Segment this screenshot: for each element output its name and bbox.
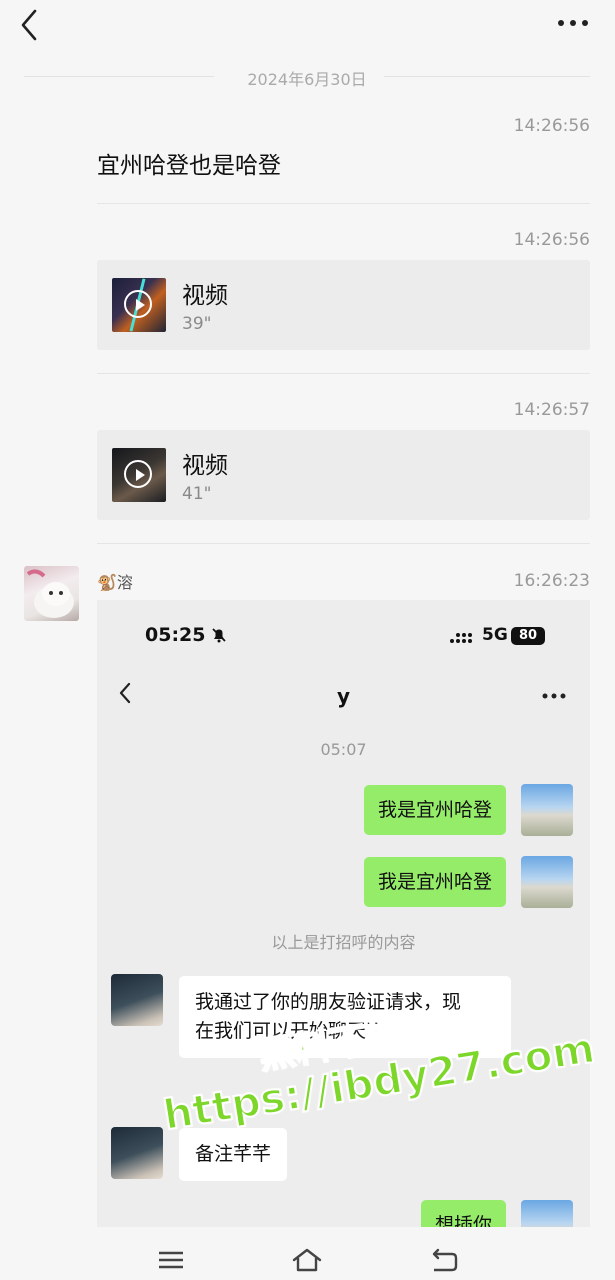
outgoing-bubble: 想插你 bbox=[420, 1200, 506, 1227]
bell-muted-icon bbox=[212, 628, 226, 643]
message-time: 16:26:23 bbox=[513, 571, 590, 591]
play-icon bbox=[124, 460, 152, 488]
menu-icon[interactable] bbox=[158, 1251, 184, 1269]
date-label: 2024年6月30日 bbox=[247, 70, 367, 89]
chevron-left-icon[interactable] bbox=[16, 8, 44, 42]
divider bbox=[97, 543, 590, 544]
outgoing-bubble: 我是宜州哈登 bbox=[363, 785, 506, 835]
incoming-bubble: 备注芊芊 bbox=[179, 1128, 288, 1181]
avatar bbox=[111, 974, 163, 1026]
video-duration: 41" bbox=[182, 484, 212, 504]
video-card[interactable]: 视频 39" bbox=[97, 260, 590, 350]
date-separator: 2024年6月30日 bbox=[24, 62, 590, 92]
message-time: 14:26:56 bbox=[513, 230, 590, 250]
avatar bbox=[521, 1200, 573, 1227]
home-icon[interactable] bbox=[291, 1247, 323, 1273]
message-time: 14:26:56 bbox=[513, 116, 590, 136]
more-dots-icon bbox=[542, 693, 566, 699]
avatar bbox=[521, 784, 573, 836]
message-text[interactable]: 宜州哈登也是哈登 bbox=[97, 146, 281, 180]
avatar bbox=[111, 1127, 163, 1179]
avatar bbox=[521, 856, 573, 908]
video-thumbnail bbox=[112, 278, 166, 332]
chat-time: 05:07 bbox=[320, 740, 367, 759]
video-duration: 39" bbox=[182, 314, 212, 334]
divider bbox=[97, 203, 590, 204]
avatar[interactable] bbox=[24, 566, 79, 621]
play-icon bbox=[124, 290, 152, 318]
back-icon[interactable] bbox=[430, 1248, 458, 1272]
top-bar bbox=[0, 0, 615, 50]
video-title: 视频 bbox=[182, 283, 228, 309]
message-time: 14:26:57 bbox=[513, 400, 590, 420]
outgoing-bubble: 我是宜州哈登 bbox=[363, 857, 506, 907]
signal-icon bbox=[450, 633, 472, 643]
video-title: 视频 bbox=[182, 453, 228, 479]
video-card[interactable]: 视频 41" bbox=[97, 430, 590, 520]
sender-name: 🐒溶 bbox=[97, 573, 133, 592]
contact-title: y bbox=[336, 684, 351, 708]
cat-avatar-image bbox=[26, 569, 74, 618]
network-label: 5G bbox=[482, 625, 508, 645]
divider bbox=[97, 373, 590, 374]
video-thumbnail bbox=[112, 448, 166, 502]
battery-indicator: 80 bbox=[511, 627, 545, 645]
more-dots-icon[interactable] bbox=[556, 14, 590, 32]
status-time: 05:25 bbox=[145, 624, 206, 646]
system-note: 以上是打招呼的内容 bbox=[271, 933, 416, 952]
